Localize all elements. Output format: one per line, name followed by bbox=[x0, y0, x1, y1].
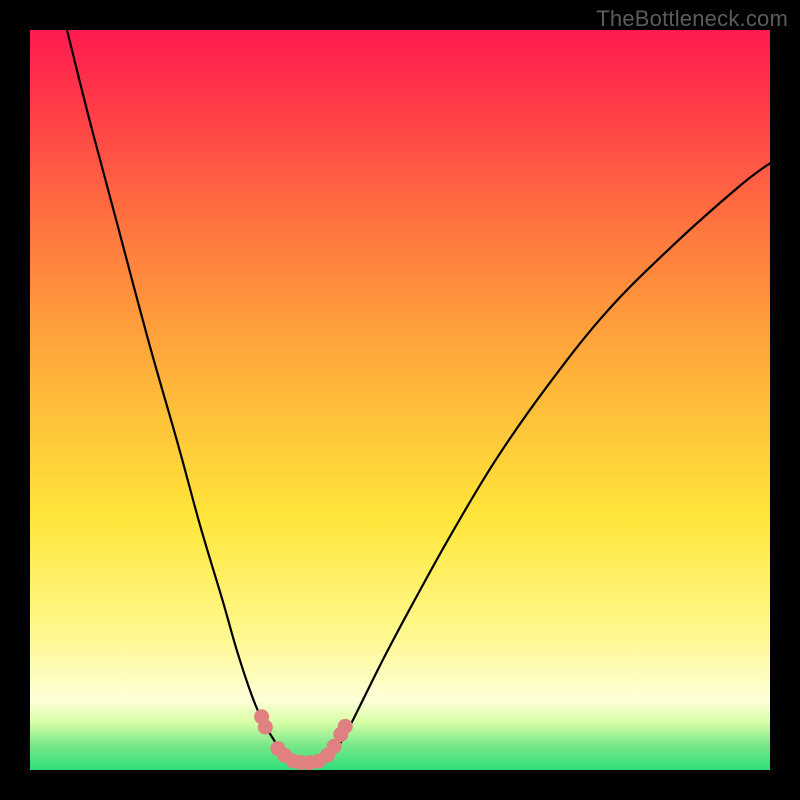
plot-area bbox=[30, 30, 770, 770]
watermark-text: TheBottleneck.com bbox=[596, 6, 788, 32]
chart-frame: TheBottleneck.com bbox=[0, 0, 800, 800]
bottleneck-curve-chart bbox=[30, 30, 770, 770]
data-marker bbox=[258, 720, 273, 735]
data-marker bbox=[338, 719, 353, 734]
gradient-background bbox=[30, 30, 770, 770]
